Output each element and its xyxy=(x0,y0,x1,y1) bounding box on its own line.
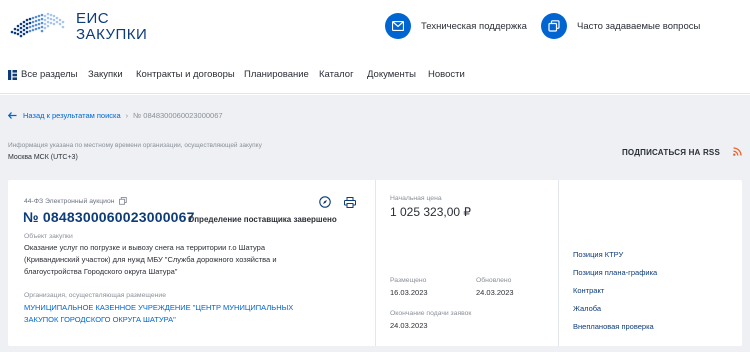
faq-link[interactable]: Часто задаваемые вопросы xyxy=(541,11,700,41)
copy-icon xyxy=(541,13,567,39)
faq-label: Часто задаваемые вопросы xyxy=(577,20,701,32)
russia-map-icon xyxy=(10,12,65,38)
object-line: (Кривандинский участок) для нужд МБУ "Сл… xyxy=(24,255,277,264)
nav-item-purchases[interactable]: Закупки xyxy=(88,69,123,80)
law-type-label: 44-ФЗ Электронный аукцион xyxy=(24,197,115,205)
compass-icon[interactable] xyxy=(319,196,331,208)
ktru-position-link[interactable]: Позиция КТРУ xyxy=(573,250,623,259)
sections-icon xyxy=(8,69,17,80)
content-area: Назад к результатам поиска › № 084830006… xyxy=(0,95,750,352)
object-line: Оказание услуг по погрузке и вывозу снег… xyxy=(24,243,265,252)
nav-item-label: Все разделы xyxy=(21,69,78,80)
law-type: 44-ФЗ Электронный аукцион xyxy=(24,197,127,205)
tech-support-label: Техническая поддержка xyxy=(421,20,527,32)
logo-line-2: ЗАКУПКИ xyxy=(76,26,148,43)
timezone-note: Информация указана по местному времени о… xyxy=(8,142,262,149)
purchase-card: 44-ФЗ Электронный аукцион № 084830006002… xyxy=(8,180,742,346)
site-header: ЕИС ЗАКУПКИ Техническая поддержка Часто … xyxy=(0,0,750,54)
purchase-number-link[interactable]: № 0848300060023000067 xyxy=(23,209,195,225)
back-label: Назад к результатам поиска xyxy=(23,111,121,120)
nav-item-news[interactable]: Новости xyxy=(428,69,465,80)
nav-item-catalog[interactable]: Каталог xyxy=(319,69,354,80)
timezone-value: Москва МСК (UTC+3) xyxy=(8,154,78,161)
nav-item-planning[interactable]: Планирование xyxy=(244,69,309,80)
object-description: Оказание услуг по погрузке и вывозу снег… xyxy=(24,242,277,278)
purchase-status: Определение поставщика завершено xyxy=(188,215,337,224)
updated-label: Обновлено xyxy=(476,277,512,284)
nav-item-documents[interactable]: Документы xyxy=(367,69,416,80)
rss-icon[interactable] xyxy=(733,147,742,156)
arrow-left-icon xyxy=(8,112,17,119)
eis-logo[interactable]: ЕИС ЗАКУПКИ xyxy=(8,7,178,47)
complaint-link[interactable]: Жалоба xyxy=(573,304,601,313)
nav-item-all-sections[interactable]: Все разделы xyxy=(8,69,78,80)
price-label: Начальная цена xyxy=(390,195,442,202)
initial-price: 1 025 323,00 ₽ xyxy=(390,205,472,219)
contract-link[interactable]: Контракт xyxy=(573,286,604,295)
breadcrumb: Назад к результатам поиска › № 084830006… xyxy=(8,111,223,120)
mail-icon xyxy=(385,13,411,39)
column-divider xyxy=(558,180,559,346)
posted-label: Размещено xyxy=(390,277,427,284)
printer-icon[interactable] xyxy=(344,197,356,208)
organization-line: ЗАКУПОК ГОРОДСКОГО ОКРУГА ШАТУРА" xyxy=(24,315,176,324)
plan-schedule-position-link[interactable]: Позиция плана-графика xyxy=(573,268,657,277)
rss-subscribe-link[interactable]: ПОДПИСАТЬСЯ НА RSS xyxy=(622,148,720,157)
copy-icon[interactable] xyxy=(118,197,127,205)
logo-text: ЕИС ЗАКУПКИ xyxy=(76,11,147,43)
main-nav: Все разделы Закупки Контракты и договоры… xyxy=(0,58,750,94)
breadcrumb-current: № 0848300060023000067 xyxy=(133,111,223,120)
object-line: благоустройства Городского округа Шатура… xyxy=(24,267,178,276)
deadline-label: Окончание подачи заявок xyxy=(390,310,472,317)
breadcrumb-separator: › xyxy=(125,111,129,120)
deadline-date: 24.03.2023 xyxy=(390,321,428,330)
organization-label: Организация, осуществляющая размещение xyxy=(24,292,166,299)
object-label: Объект закупки xyxy=(24,233,73,240)
column-divider xyxy=(375,180,376,346)
organization-link[interactable]: МУНИЦИПАЛЬНОЕ КАЗЕННОЕ УЧРЕЖДЕНИЕ "ЦЕНТР… xyxy=(24,302,293,326)
updated-date: 24.03.2023 xyxy=(476,288,514,297)
unscheduled-inspection-link[interactable]: Внеплановая проверка xyxy=(573,322,654,331)
organization-line: МУНИЦИПАЛЬНОЕ КАЗЕННОЕ УЧРЕЖДЕНИЕ "ЦЕНТР… xyxy=(24,303,294,312)
back-to-search-link[interactable]: Назад к результатам поиска xyxy=(8,111,121,120)
posted-date: 16.03.2023 xyxy=(390,288,428,297)
logo-line-1: ЕИС xyxy=(76,10,110,27)
tech-support-link[interactable]: Техническая поддержка xyxy=(385,11,527,41)
nav-item-contracts[interactable]: Контракты и договоры xyxy=(136,69,235,80)
